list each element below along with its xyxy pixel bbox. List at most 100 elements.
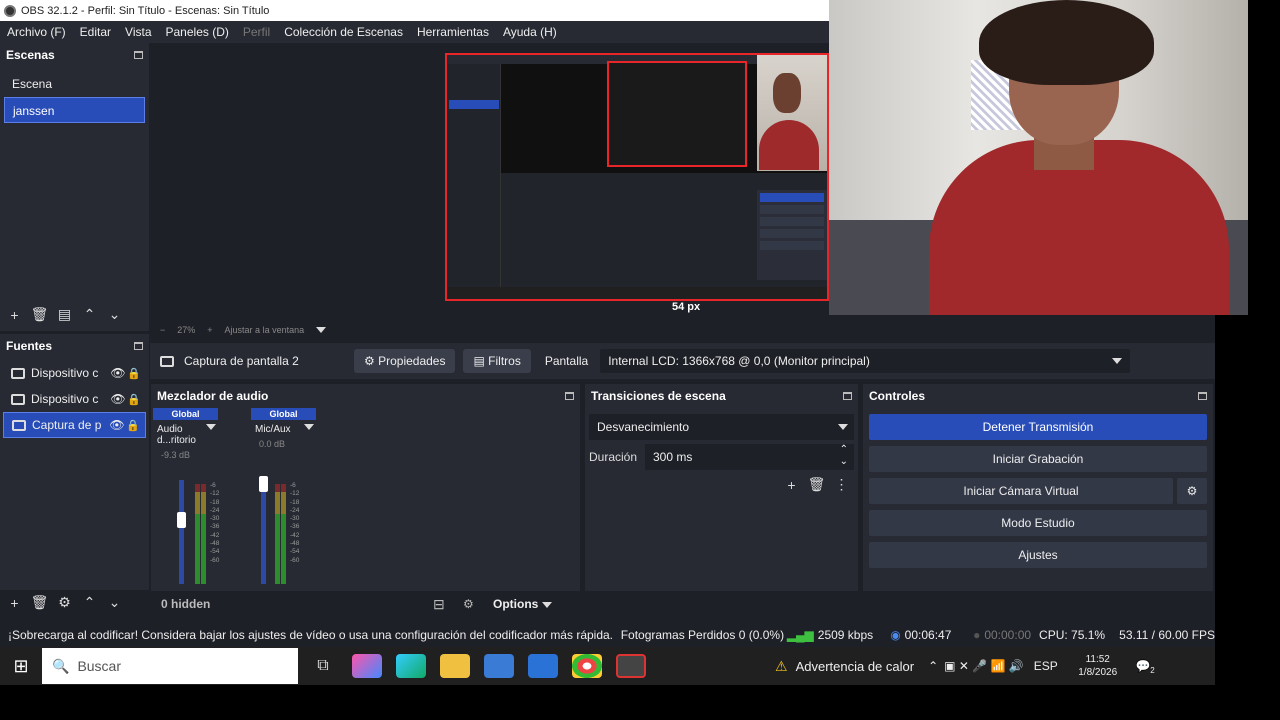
sources-dock: Fuentes Dispositivo c 👁 🔒 Dispositivo c … [0, 334, 149, 611]
display-select[interactable]: Internal LCD: 1366x768 @ 0,0 (Monitor pr… [600, 349, 1131, 373]
fader-knob[interactable] [259, 476, 268, 493]
language-indicator[interactable]: ESP [1034, 659, 1058, 673]
virtual-camera-button[interactable]: Iniciar Cámara Virtual [869, 478, 1173, 504]
menu-coleccion[interactable]: Colección de Escenas [277, 25, 410, 39]
chrome-icon[interactable] [572, 654, 602, 678]
more-options-icon[interactable]: ⋮ [829, 476, 854, 493]
undock-icon[interactable] [134, 342, 143, 350]
stop-stream-button[interactable]: Detener Transmisión [869, 414, 1207, 440]
store-icon[interactable] [484, 654, 514, 678]
undock-icon[interactable] [843, 392, 852, 400]
trash-icon[interactable]: 🗑 [27, 594, 52, 611]
chevron-down-icon[interactable] [206, 424, 216, 430]
zoom-in-icon[interactable]: + [207, 325, 212, 335]
db-tick: -12 [290, 490, 300, 498]
menu-paneles[interactable]: Paneles (D) [159, 25, 236, 39]
file-explorer-icon[interactable] [440, 654, 470, 678]
source-item-selected[interactable]: Captura de p 👁 🔒 [3, 412, 146, 438]
db-tick: -54 [210, 548, 220, 556]
properties-button[interactable]: ⚙ Propiedades [354, 349, 456, 373]
move-up-icon[interactable]: ⌃ [77, 594, 102, 611]
chevron-down-icon[interactable] [316, 327, 327, 333]
eye-icon[interactable]: 👁 [110, 366, 126, 380]
menu-ayuda[interactable]: Ayuda (H) [496, 25, 564, 39]
eye-icon[interactable]: 👁 [109, 418, 125, 432]
eye-icon[interactable]: 👁 [110, 392, 126, 406]
menu-vista[interactable]: Vista [118, 25, 158, 39]
chevron-down-icon [1112, 358, 1123, 364]
windows-start-icon[interactable]: ⊞ [0, 656, 42, 677]
dropped-frames: Fotogramas Perdidos 0 (0.0%) [620, 627, 785, 642]
tray-icons[interactable]: ▣ ✕ 🎤 📶 🔊 [944, 659, 1024, 673]
zoom-out-icon[interactable]: − [160, 325, 165, 335]
move-down-icon[interactable]: ⌄ [102, 594, 127, 611]
spin-arrows-icon[interactable]: ⌃ ⌄ [840, 444, 848, 468]
sources-title: Fuentes [6, 339, 53, 353]
level-meter [195, 484, 200, 584]
gear-icon[interactable]: ⚙ [52, 594, 77, 611]
undock-icon[interactable] [1198, 392, 1207, 400]
search-placeholder: Buscar [77, 658, 122, 674]
trash-icon[interactable]: 🗑 [804, 476, 829, 493]
duration-spinbox[interactable]: 300 ms ⌃ ⌄ [645, 444, 854, 470]
volume-fader[interactable] [179, 480, 184, 584]
channel-name[interactable]: Audio d...ritorio [153, 420, 218, 446]
source-context-bar: Captura de pantalla 2 ⚙ Propiedades ▤ Fi… [150, 343, 1215, 379]
chevron-down-icon [838, 424, 848, 430]
menu-herramientas[interactable]: Herramientas [410, 25, 496, 39]
window-title: OBS 32.1.2 - Perfil: Sin Título - Escena… [21, 4, 270, 17]
db-tick: -30 [210, 515, 220, 523]
nested-scene-selected [449, 100, 499, 109]
scene-item-selected[interactable]: janssen [4, 97, 145, 123]
studio-mode-button[interactable]: Modo Estudio [869, 510, 1207, 536]
scene-item[interactable]: Escena [4, 71, 145, 97]
tray-chevron-icon[interactable]: ⌃ [928, 659, 938, 673]
menu-editar[interactable]: Editar [73, 25, 118, 39]
lock-icon[interactable]: 🔒 [126, 367, 142, 380]
add-icon[interactable]: + [2, 595, 27, 611]
trash-icon[interactable]: 🗑 [27, 306, 52, 323]
fit-label[interactable]: Ajustar a la ventana [225, 325, 305, 335]
add-icon[interactable]: + [779, 477, 804, 493]
filters-button[interactable]: ▤ Filtros [463, 349, 531, 373]
menu-archivo[interactable]: Archivo (F) [0, 25, 73, 39]
signal-bars-icon: ▂▄▆ [786, 627, 814, 642]
outlook-icon[interactable] [528, 654, 558, 678]
clock[interactable]: 11:52 1/8/2026 [1068, 653, 1128, 679]
settings-button[interactable]: Ajustes [869, 542, 1207, 568]
move-up-icon[interactable]: ⌃ [77, 306, 102, 323]
options-button[interactable]: Options [493, 597, 552, 611]
obs-icon[interactable] [616, 654, 646, 678]
notification-icon[interactable]: 💬 2 [1136, 659, 1155, 675]
fader-knob[interactable] [177, 511, 186, 528]
source-item[interactable]: Dispositivo c 👁 🔒 [3, 386, 146, 412]
edge-icon[interactable] [396, 654, 426, 678]
heat-warning[interactable]: Advertencia de calor [796, 659, 915, 674]
filter-icon[interactable]: ▤ [52, 306, 77, 323]
mixer-channel: Global Audio d...ritorio -9.3 dB -6 -12 -1… [153, 408, 220, 605]
zoom-bar: − 27% + Ajustar a la ventana [150, 322, 829, 338]
lock-icon[interactable]: 🔒 [126, 393, 142, 406]
monitor-icon [160, 355, 174, 367]
source-item[interactable]: Dispositivo c 👁 🔒 [3, 360, 146, 386]
copilot-icon[interactable] [352, 654, 382, 678]
advanced-audio-icon[interactable]: ⚙ [463, 597, 489, 611]
chevron-down-icon[interactable] [304, 424, 314, 430]
display-value: Internal LCD: 1366x768 @ 0,0 (Monitor pr… [608, 354, 870, 368]
lock-icon[interactable]: 🔒 [125, 419, 141, 432]
add-icon[interactable]: + [2, 307, 27, 323]
start-recording-button[interactable]: Iniciar Grabación [869, 446, 1207, 472]
preview-source-frame[interactable] [445, 53, 829, 301]
task-view-icon[interactable]: ⧉ [308, 654, 338, 678]
transition-select[interactable]: Desvanecimiento [589, 414, 854, 440]
channel-name[interactable]: Mic/Aux [251, 420, 316, 435]
volume-fader[interactable] [261, 480, 266, 584]
layout-icon[interactable]: ⊟ [433, 596, 463, 613]
undock-icon[interactable] [565, 392, 574, 400]
taskbar-search[interactable]: 🔍 Buscar [42, 648, 298, 684]
move-down-icon[interactable]: ⌄ [102, 306, 127, 323]
undock-icon[interactable] [134, 51, 143, 59]
gear-icon[interactable]: ⚙ [1177, 478, 1207, 504]
camera-icon [11, 367, 25, 379]
menu-perfil[interactable]: Perfil [236, 25, 277, 39]
